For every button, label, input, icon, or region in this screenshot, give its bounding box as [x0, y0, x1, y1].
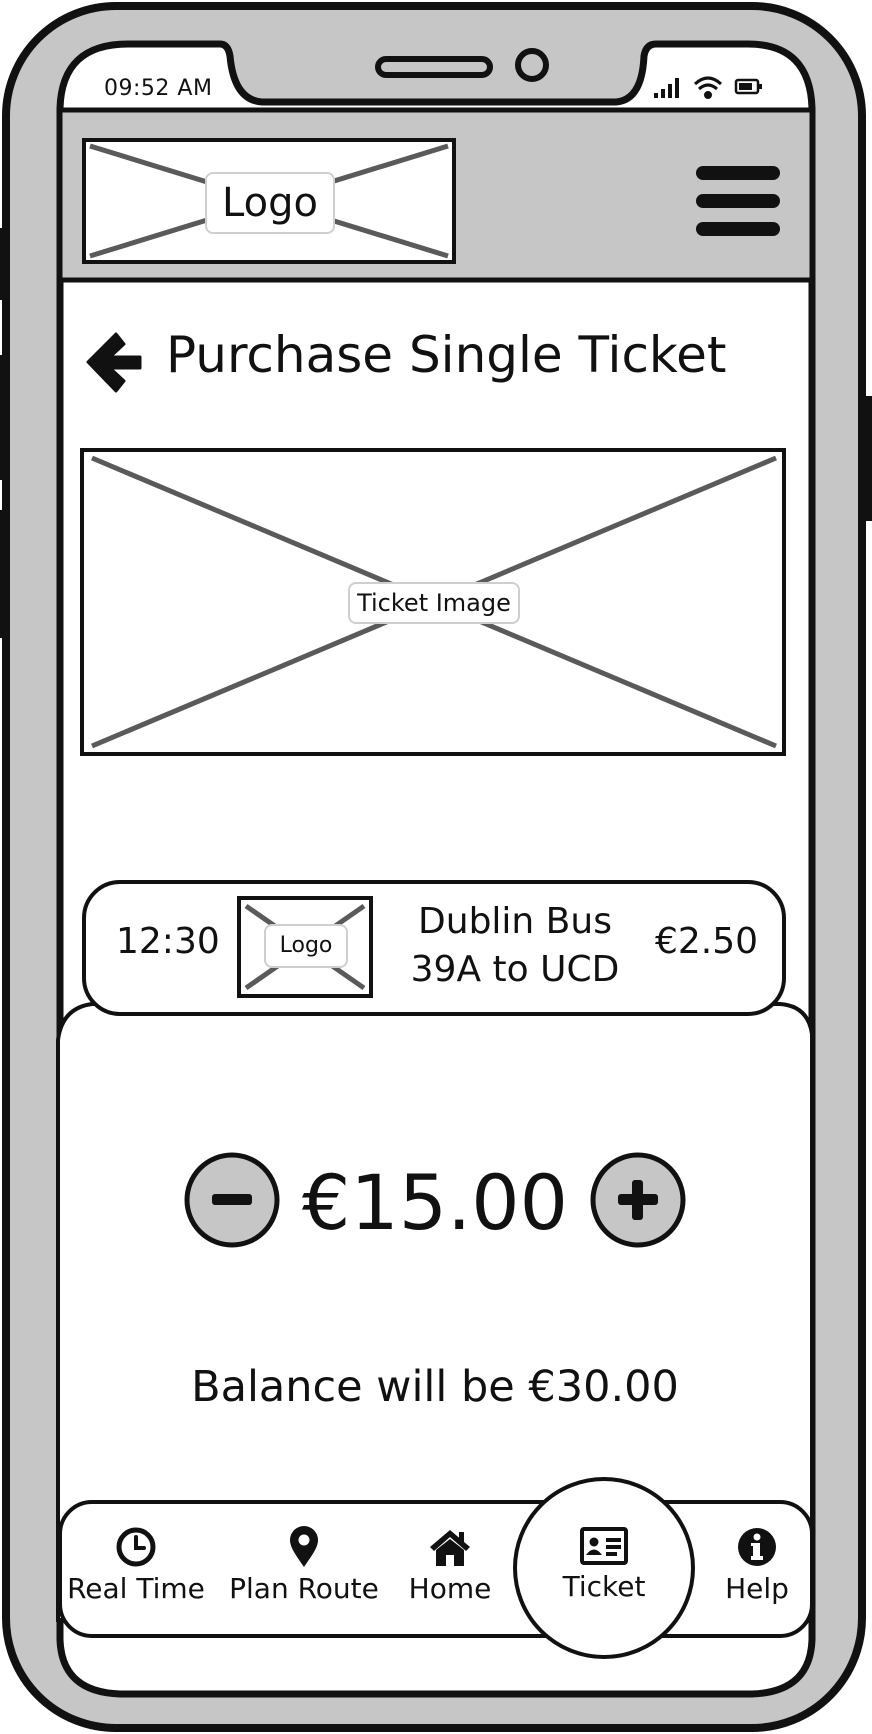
nav-label-plan-route: Plan Route: [229, 1572, 379, 1605]
nav-label-ticket: Ticket: [562, 1570, 646, 1603]
status-time: 09:52 AM: [104, 76, 213, 101]
nav-item-ticket[interactable]: Ticket: [544, 1526, 664, 1603]
ticket-image-label: Ticket Image: [348, 582, 520, 624]
menu-button[interactable]: [690, 160, 786, 244]
ticket-operator: Dublin Bus: [418, 901, 612, 942]
decrease-amount-button[interactable]: [187, 1155, 277, 1245]
nav-label-real-time: Real Time: [67, 1572, 205, 1605]
ticket-price: €2.50: [655, 921, 759, 962]
header-logo-label: Logo: [205, 172, 335, 234]
nav-label-home: Home: [408, 1572, 492, 1605]
purchase-amount: €15.00: [302, 1158, 568, 1247]
balance-text: Balance will be €30.00: [191, 1362, 679, 1412]
page-title: Purchase Single Ticket: [166, 326, 727, 384]
info-icon: [738, 1528, 776, 1566]
nav-item-help[interactable]: Help: [712, 1526, 802, 1605]
ticket-route: Dublin Bus 39A to UCD: [390, 898, 640, 994]
id-card-icon: [580, 1527, 628, 1565]
nav-item-real-time[interactable]: Real Time: [66, 1526, 206, 1605]
increase-amount-button[interactable]: [593, 1155, 683, 1245]
map-pin-icon: [290, 1526, 318, 1567]
phone-frame: [0, 2, 872, 1732]
nav-item-plan-route[interactable]: Plan Route: [224, 1526, 384, 1605]
ticket-time: 12:30: [116, 921, 220, 962]
back-button[interactable]: [78, 326, 148, 396]
clock-icon: [116, 1527, 156, 1567]
nav-label-help: Help: [725, 1572, 789, 1605]
operator-logo-label: Logo: [264, 924, 348, 968]
nav-item-home[interactable]: Home: [400, 1526, 500, 1605]
home-icon: [430, 1530, 470, 1566]
ticket-route-name: 39A to UCD: [410, 949, 620, 990]
